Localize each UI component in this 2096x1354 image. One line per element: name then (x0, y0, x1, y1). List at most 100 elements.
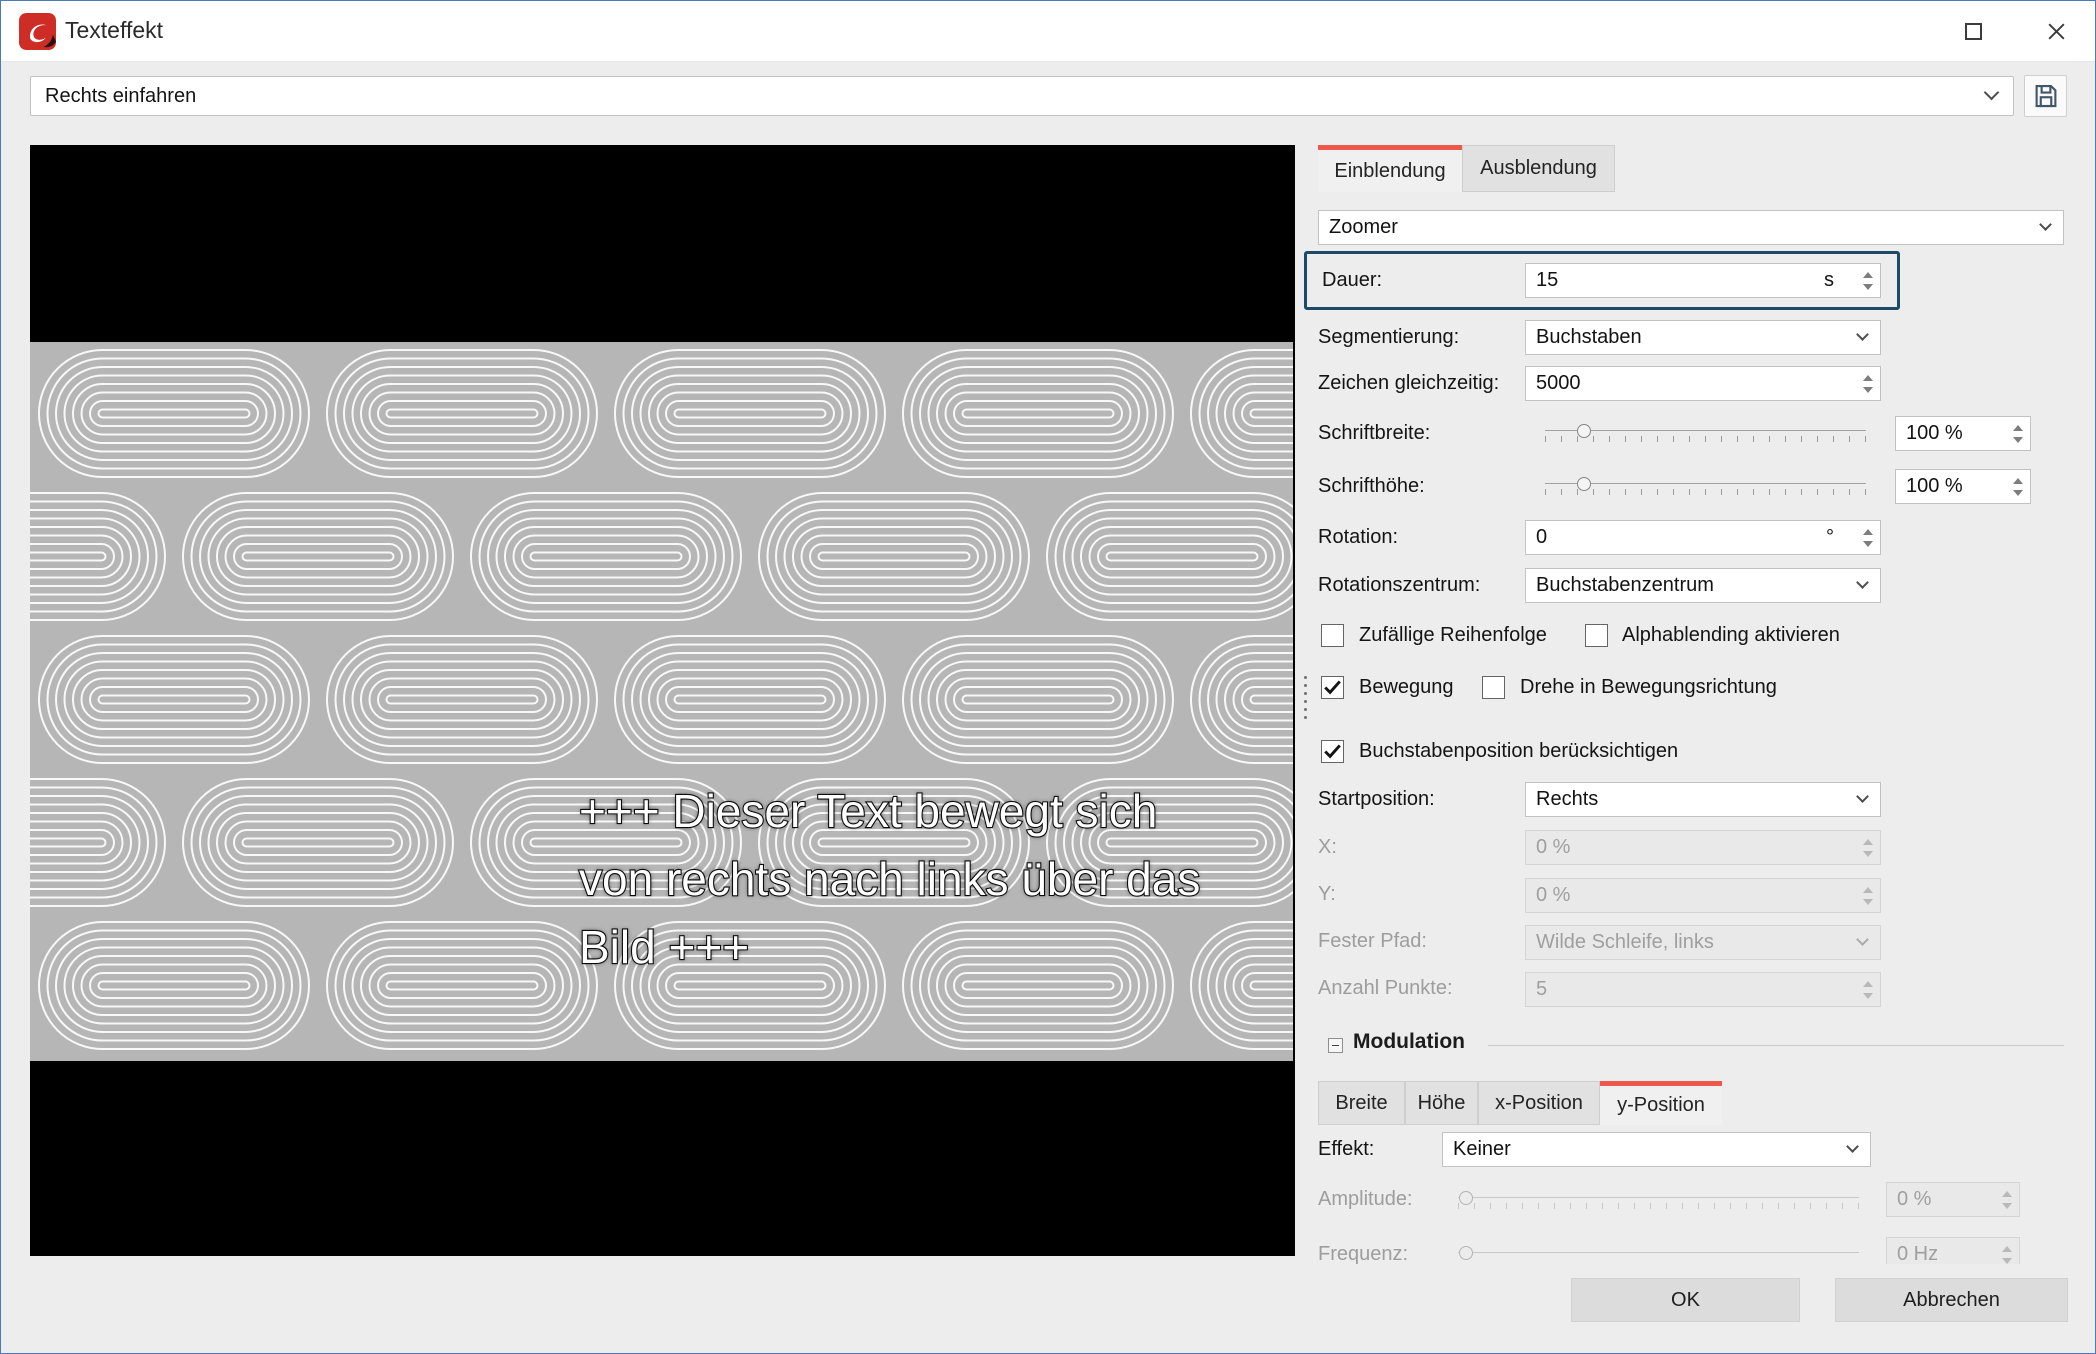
rotation-label: Rotation: (1318, 526, 1399, 548)
x-value: 0 % (1536, 836, 1571, 858)
startposition-select[interactable]: Rechts (1525, 782, 1881, 817)
slider-track[interactable] (1545, 430, 1866, 431)
preset-value: Rechts einfahren (45, 84, 197, 107)
dauer-input[interactable]: 15 s (1525, 263, 1881, 298)
zeichen-input[interactable]: 5000 (1525, 366, 1881, 401)
chevron-down-icon (2039, 217, 2052, 231)
zeichen-spinner[interactable] (1861, 374, 1875, 393)
spin-down-icon[interactable] (1863, 386, 1873, 393)
chevron-down-icon (1856, 575, 1869, 589)
save-button[interactable] (2024, 75, 2067, 117)
dauer-value: 15 (1536, 269, 1559, 291)
schriftbreite-input[interactable]: 100 % (1895, 416, 2031, 451)
anzahl-punkte-label: Anzahl Punkte: (1318, 977, 1453, 999)
chevron-down-icon (1846, 1139, 1859, 1153)
chevron-down-icon (1856, 327, 1869, 341)
rotationszentrum-select[interactable]: Buchstabenzentrum (1525, 568, 1881, 603)
maximize-button[interactable] (1942, 1, 2004, 62)
spin-down-icon[interactable] (2013, 489, 2023, 496)
preview-overlay-text: +++ Dieser Text bewegt sich von rechts n… (578, 777, 1202, 981)
drehe-label: Drehe in Bewegungsrichtung (1520, 676, 1777, 698)
schrifthoehe-spinner[interactable] (2011, 477, 2025, 496)
rotation-spinner[interactable] (1861, 528, 1875, 547)
rotation-input[interactable]: 0 ° (1525, 520, 1881, 555)
frequenz-value: 0 Hz (1897, 1243, 1939, 1265)
spin-down-icon (1863, 850, 1873, 857)
spin-up-icon[interactable] (1863, 528, 1873, 535)
spin-up-icon (1863, 838, 1873, 845)
segmentierung-label: Segmentierung: (1318, 326, 1460, 348)
texteffekt-dialog: Texteffekt Rechts einfahren +++ Dieser T… (0, 0, 2096, 1354)
slider-thumb (1459, 1246, 1474, 1260)
effect-select[interactable]: Zoomer (1318, 210, 2064, 245)
splitter-handle[interactable] (1301, 669, 1310, 725)
zeichen-value: 5000 (1536, 372, 1581, 394)
frequenz-spinner (2000, 1245, 2014, 1264)
spin-up-icon (2002, 1190, 2012, 1197)
spin-down-icon[interactable] (1863, 283, 1873, 290)
checkbox-buchstabenposition[interactable] (1321, 740, 1344, 763)
slider-thumb[interactable] (1576, 424, 1591, 438)
segmentierung-value: Buchstaben (1536, 326, 1642, 348)
dauer-label: Dauer: (1322, 269, 1383, 291)
effekt-value: Keiner (1453, 1138, 1511, 1160)
close-button[interactable] (2025, 1, 2087, 62)
frequenz-slider (1458, 1246, 1859, 1265)
tab-einblendung[interactable]: Einblendung (1318, 145, 1462, 192)
checkbox-drehe-bewegungsrichtung[interactable] (1482, 676, 1505, 699)
slider-ticks (1458, 1203, 1859, 1209)
preview-canvas: +++ Dieser Text bewegt sich von rechts n… (30, 145, 1295, 1256)
slider-track (1458, 1252, 1859, 1253)
amplitude-input: 0 % (1886, 1182, 2020, 1217)
spin-down-icon[interactable] (1863, 540, 1873, 547)
schrifthoehe-label: Schrifthöhe: (1318, 475, 1425, 497)
checkmark-icon (1324, 680, 1341, 695)
schriftbreite-spinner[interactable] (2011, 424, 2025, 443)
anzahl-punkte-value: 5 (1536, 978, 1548, 1000)
spin-up-icon[interactable] (2013, 424, 2023, 431)
schriftbreite-slider[interactable] (1545, 424, 1866, 443)
slider-track[interactable] (1545, 483, 1866, 484)
save-icon (2035, 84, 2056, 108)
y-spinner (1861, 886, 1875, 905)
spin-up-icon[interactable] (2013, 477, 2023, 484)
spin-down-icon (1863, 992, 1873, 999)
schrifthoehe-slider[interactable] (1545, 477, 1866, 496)
anzahl-punkte-input: 5 (1525, 972, 1881, 1007)
zufaellige-label: Zufällige Reihenfolge (1359, 624, 1547, 646)
tab-ausblendung[interactable]: Ausblendung (1462, 145, 1615, 192)
mod-tab-y-position[interactable]: y-Position (1600, 1081, 1722, 1125)
slider-thumb[interactable] (1576, 477, 1591, 491)
spin-up-icon[interactable] (1863, 374, 1873, 381)
overlay-line-2: von rechts nach links über das (578, 852, 1202, 906)
x-label: X: (1318, 836, 1337, 858)
modulation-title: Modulation (1353, 1030, 1465, 1053)
amplitude-value: 0 % (1897, 1188, 1932, 1210)
spin-up-icon (1863, 886, 1873, 893)
spin-up-icon[interactable] (1863, 271, 1873, 278)
schrifthoehe-value: 100 % (1906, 475, 1963, 497)
checkbox-bewegung[interactable] (1321, 676, 1344, 699)
alphablending-label: Alphablending aktivieren (1622, 624, 1840, 646)
rotation-value: 0 (1536, 526, 1548, 548)
ok-button[interactable]: OK (1571, 1278, 1800, 1322)
spin-down-icon[interactable] (2013, 436, 2023, 443)
window-title: Texteffekt (65, 17, 164, 43)
cancel-button[interactable]: Abbrechen (1835, 1278, 2068, 1322)
mod-tab-x-position[interactable]: x-Position (1478, 1081, 1600, 1125)
slider-thumb (1459, 1191, 1474, 1205)
dauer-spinner[interactable] (1861, 271, 1875, 290)
amplitude-label: Amplitude: (1318, 1188, 1413, 1210)
segmentierung-select[interactable]: Buchstaben (1525, 320, 1881, 355)
modulation-divider (1488, 1045, 2064, 1046)
mod-tab-breite[interactable]: Breite (1318, 1081, 1405, 1125)
preset-select[interactable]: Rechts einfahren (30, 76, 2014, 116)
schrifthoehe-input[interactable]: 100 % (1895, 469, 2031, 504)
mod-tab-hoehe[interactable]: Höhe (1405, 1081, 1478, 1125)
x-spinner (1861, 838, 1875, 857)
checkbox-alphablending[interactable] (1585, 624, 1608, 647)
spin-down-icon (2002, 1202, 2012, 1209)
effekt-select[interactable]: Keiner (1442, 1132, 1871, 1167)
checkbox-zufaellige-reihenfolge[interactable] (1321, 624, 1344, 647)
collapse-icon[interactable] (1328, 1038, 1343, 1053)
